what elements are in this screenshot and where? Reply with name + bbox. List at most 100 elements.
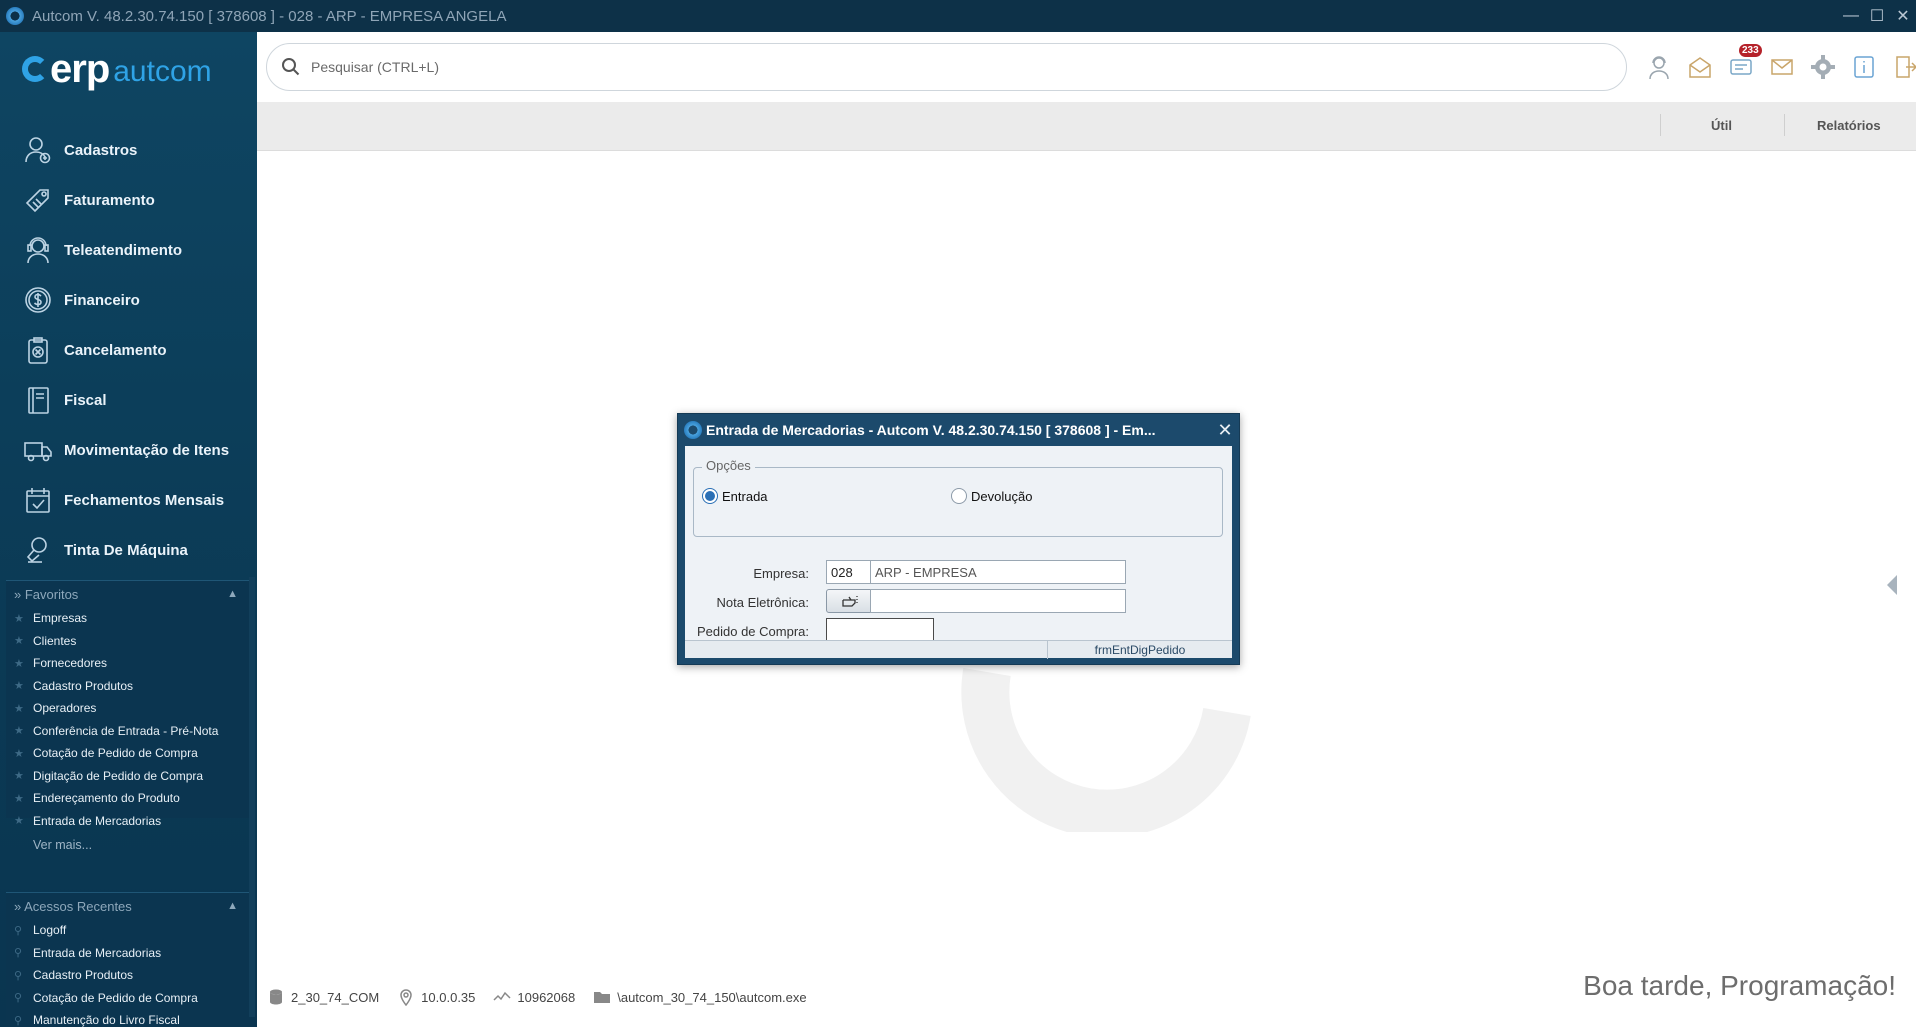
empresa-name-field[interactable] [870, 560, 1126, 584]
status-ip-text: 10.0.0.35 [421, 989, 476, 1005]
maximize-button[interactable]: ☐ [1864, 6, 1890, 26]
relatorios-button[interactable]: Relatórios [1817, 118, 1881, 133]
favorite-item[interactable]: ★ Entrada de Mercadorias [6, 810, 250, 833]
favoritos-header[interactable]: » Favoritos ▲ [6, 581, 250, 607]
menu-item-teleatendimento[interactable]: Teleatendimento [0, 225, 257, 275]
favorite-label: Endereçamento do Produto [33, 791, 180, 806]
menu-item-movimentacao[interactable]: Movimentação de Itens [0, 425, 257, 475]
opcoes-legend: Opções [702, 458, 755, 473]
logo-ring-icon [22, 56, 48, 82]
key-icon: ⚲ [14, 1014, 23, 1027]
recent-item[interactable]: ⚲ Entrada de Mercadorias [6, 942, 250, 965]
favorite-label: Cotação de Pedido de Compra [33, 746, 198, 761]
empresa-label: Empresa: [753, 566, 809, 581]
recent-item[interactable]: ⚲ Logoff [6, 919, 250, 942]
favorite-item[interactable]: ★ Empresas [6, 607, 250, 630]
menu-item-cadastros[interactable]: Cadastros [0, 125, 257, 175]
search-input[interactable] [311, 59, 1626, 75]
pointing-hand-icon [841, 596, 858, 607]
status-database: 2_30_74_COM [267, 988, 379, 1006]
envelope-icon[interactable] [1761, 52, 1802, 82]
minimize-button[interactable]: — [1838, 7, 1864, 25]
dialog-body: Opções Entrada Devolução Empresa: Nota E… [685, 446, 1232, 659]
favorite-item[interactable]: ★ Operadores [6, 697, 250, 720]
recentes-header[interactable]: » Acessos Recentes ▲ [6, 893, 250, 919]
menu-label: Tinta De Máquina [64, 541, 188, 559]
sidebar-scrollbar[interactable] [249, 577, 255, 1017]
radio-devolucao[interactable]: Devolução [951, 488, 1032, 504]
favorite-item[interactable]: ★ Clientes [6, 630, 250, 653]
star-icon: ★ [14, 635, 24, 648]
info-icon[interactable] [1843, 52, 1884, 82]
menu-label: Faturamento [64, 191, 155, 209]
empresa-code-field[interactable] [826, 560, 875, 584]
dialog-close-button[interactable]: ✕ [1211, 420, 1239, 441]
status-path: \autcom_30_74_150\autcom.exe [593, 988, 807, 1006]
dialog-titlebar[interactable]: Entrada de Mercadorias - Autcom V. 48.2.… [678, 414, 1239, 446]
star-icon: ★ [14, 612, 24, 625]
favorite-label: Empresas [33, 611, 88, 626]
ink-cartridge-icon [22, 534, 54, 566]
favorite-item[interactable]: ★ Cotação de Pedido de Compra [6, 742, 250, 765]
favorite-item[interactable]: ★ Digitação de Pedido de Compra [6, 765, 250, 788]
menu-item-cancelamento[interactable]: Cancelamento [0, 325, 257, 375]
open-mail-icon[interactable] [1679, 52, 1720, 82]
gear-icon[interactable] [1802, 52, 1843, 82]
close-button[interactable]: ✕ [1890, 6, 1916, 26]
favorite-item[interactable]: ★ Cadastro Produtos [6, 675, 250, 698]
see-more-link[interactable]: Ver mais... [6, 832, 250, 858]
favorite-label: Fornecedores [33, 656, 108, 671]
favorite-item[interactable]: ★ Fornecedores [6, 652, 250, 675]
search-bar[interactable] [266, 43, 1627, 91]
favorite-item[interactable]: ★ Endereçamento do Produto [6, 787, 250, 810]
util-button[interactable]: Útil [1711, 118, 1732, 133]
window-title: Autcom V. 48.2.30.74.150 [ 378608 ] - 02… [32, 7, 507, 25]
star-icon: ★ [14, 815, 24, 828]
nota-lookup-button[interactable] [826, 589, 875, 613]
radio-entrada[interactable]: Entrada [702, 488, 768, 504]
radio-devolucao-label: Devolução [971, 488, 1033, 504]
recent-label: Entrada de Mercadorias [33, 945, 162, 960]
radio-circle[interactable] [702, 488, 718, 504]
recent-label: Manutenção do Livro Fiscal [33, 1013, 180, 1027]
exit-icon[interactable] [1884, 52, 1916, 82]
menu-item-tinta[interactable]: Tinta De Máquina [0, 525, 257, 575]
collapse-arrow-icon[interactable] [1887, 575, 1897, 595]
messages-icon[interactable]: 233 [1720, 44, 1762, 82]
star-icon: ★ [14, 725, 24, 738]
menu-item-fechamentos[interactable]: Fechamentos Mensais [0, 475, 257, 525]
recent-item[interactable]: ⚲ Manutenção do Livro Fiscal [6, 1009, 250, 1027]
menu-item-financeiro[interactable]: Financeiro [0, 275, 257, 325]
app-logo-icon [684, 421, 702, 439]
star-icon: ★ [14, 770, 24, 783]
toolbar-divider [1784, 114, 1785, 136]
truck-icon [22, 434, 54, 466]
logo-erp-text: erp [50, 46, 110, 91]
status-session-text: 10962068 [517, 989, 576, 1005]
menu-item-faturamento[interactable]: Faturamento [0, 175, 257, 225]
menu-label: Fechamentos Mensais [64, 491, 225, 509]
recent-item[interactable]: ⚲ Cadastro Produtos [6, 964, 250, 987]
recent-item[interactable]: ⚲ Cotação de Pedido de Compra [6, 987, 250, 1010]
nota-eletronica-field[interactable] [870, 589, 1126, 613]
status-session: 10962068 [493, 988, 575, 1006]
favorite-label: Clientes [33, 633, 77, 648]
collapse-icon[interactable]: ▲ [227, 900, 238, 912]
menu-item-fiscal[interactable]: Fiscal [0, 375, 257, 425]
database-icon [270, 989, 282, 1005]
form-name-status: frmEntDigPedido [1047, 641, 1232, 659]
status-ip: 10.0.0.35 [397, 988, 475, 1006]
folder-icon [594, 992, 611, 1003]
user-add-icon [22, 134, 54, 166]
menu-label: Fiscal [64, 391, 107, 409]
favoritos-title: » Favoritos [14, 586, 79, 602]
favorite-label: Digitação de Pedido de Compra [33, 768, 204, 783]
favorite-item[interactable]: ★ Conferência de Entrada - Pré-Nota [6, 720, 250, 743]
key-icon: ⚲ [14, 969, 23, 982]
radio-circle[interactable] [951, 488, 967, 504]
favorite-label: Conferência de Entrada - Pré-Nota [33, 723, 219, 738]
entrada-mercadorias-dialog: Entrada de Mercadorias - Autcom V. 48.2.… [677, 413, 1240, 665]
collapse-icon[interactable]: ▲ [227, 588, 238, 600]
pedido-compra-field[interactable] [826, 618, 934, 642]
support-agent-icon[interactable] [1638, 52, 1679, 82]
